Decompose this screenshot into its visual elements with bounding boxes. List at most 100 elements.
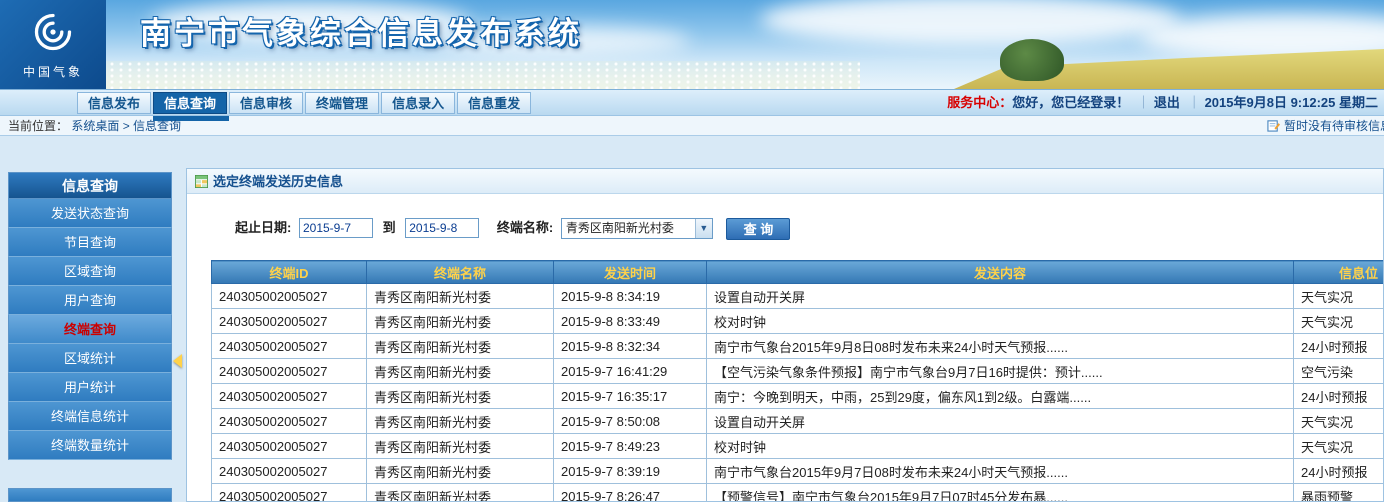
column-header: 发送时间: [554, 261, 707, 284]
pending-review-icon: [1267, 119, 1280, 132]
sidebar-item[interactable]: 区域统计: [8, 344, 172, 373]
table-cell: 天气实况: [1294, 309, 1384, 334]
column-header: 终端ID: [212, 261, 367, 284]
table-cell: 南宁市气象台2015年9月8日08时发布未来24小时天气预报......: [707, 334, 1294, 359]
table-cell: 240305002005027: [212, 359, 367, 384]
table-cell: 青秀区南阳新光村委: [367, 334, 554, 359]
table-row: 240305002005027青秀区南阳新光村委2015-9-7 16:41:2…: [212, 359, 1384, 384]
table-row: 240305002005027青秀区南阳新光村委2015-9-8 8:32:34…: [212, 334, 1384, 359]
review-notice: 暂时没有待审核信息: [1267, 116, 1384, 136]
table-cell: 青秀区南阳新光村委: [367, 309, 554, 334]
sidebar-item[interactable]: 节目查询: [8, 228, 172, 257]
table-row: 240305002005027青秀区南阳新光村委2015-9-7 16:35:1…: [212, 384, 1384, 409]
column-header: 发送内容: [707, 261, 1294, 284]
panel-title-bar: 选定终端发送历史信息: [187, 169, 1383, 194]
sidebar-menu: 发送状态查询节目查询区域查询用户查询终端查询区域统计用户统计终端信息统计终端数量…: [8, 199, 172, 460]
table-cell: 2015-9-7 8:39:19: [554, 459, 707, 484]
table-cell: 青秀区南阳新光村委: [367, 359, 554, 384]
table-row: 240305002005027青秀区南阳新光村委2015-9-7 8:39:19…: [212, 459, 1384, 484]
cloud-decoration: [760, 0, 1180, 46]
table-cell: 校对时钟: [707, 309, 1294, 334]
filter-bar: 起止日期: 到 终端名称: 青秀区南阳新光村委 查 询: [235, 216, 1383, 242]
table-cell: 240305002005027: [212, 434, 367, 459]
table-row: 240305002005027青秀区南阳新光村委2015-9-7 8:26:47…: [212, 484, 1384, 502]
table-cell: 2015-9-8 8:32:34: [554, 334, 707, 359]
table-row: 240305002005027青秀区南阳新光村委2015-9-7 8:50:08…: [212, 409, 1384, 434]
breadcrumb-label: 当前位置：: [8, 119, 68, 133]
table-cell: 240305002005027: [212, 284, 367, 309]
flower-field-decoration: [100, 61, 860, 89]
logout-link[interactable]: 退出: [1154, 95, 1180, 110]
nav-tab[interactable]: 信息重发: [457, 92, 531, 114]
table-cell: 青秀区南阳新光村委: [367, 434, 554, 459]
table-row: 240305002005027青秀区南阳新光村委2015-9-8 8:33:49…: [212, 309, 1384, 334]
history-table: 终端ID终端名称发送时间发送内容信息位 240305002005027青秀区南阳…: [211, 260, 1384, 502]
sidebar-item[interactable]: 终端信息统计: [8, 402, 172, 431]
table-cell: 青秀区南阳新光村委: [367, 409, 554, 434]
column-header: 终端名称: [367, 261, 554, 284]
table-cell: 24小时预报: [1294, 334, 1384, 359]
logo-text: 中国气象: [0, 63, 106, 80]
sidebar-item[interactable]: 终端查询: [8, 315, 172, 344]
table-cell: 南宁：今晚到明天，中雨，25到29度，偏东风1到2级。白露端......: [707, 384, 1294, 409]
table-cell: 240305002005027: [212, 484, 367, 502]
table-row: 240305002005027青秀区南阳新光村委2015-9-8 8:34:19…: [212, 284, 1384, 309]
navbar: 信息发布信息查询信息审核终端管理信息录入信息重发 服务中心：您好，您已经登录！ …: [0, 90, 1384, 116]
table-cell: 2015-9-8 8:34:19: [554, 284, 707, 309]
table-cell: 暴雨预警: [1294, 484, 1384, 502]
date-range-label: 起止日期:: [235, 220, 291, 235]
service-center-label: 服务中心：: [947, 95, 1012, 110]
table-cell: 2015-9-7 16:35:17: [554, 384, 707, 409]
table-cell: 2015-9-8 8:33:49: [554, 309, 707, 334]
search-button[interactable]: 查 询: [726, 218, 790, 240]
table-cell: 空气污染: [1294, 359, 1384, 384]
sidebar-item[interactable]: 终端数量统计: [8, 431, 172, 460]
sidebar-collapse-arrow[interactable]: [173, 354, 182, 368]
table-cell: 天气实况: [1294, 409, 1384, 434]
table-cell: 【空气污染气象条件预报】南宁市气象台9月7日16时提供：预计......: [707, 359, 1294, 384]
breadcrumb-bar: 当前位置： 系统桌面 > 信息查询 暂时没有待审核信息: [0, 116, 1384, 136]
nav-tab[interactable]: 信息审核: [229, 92, 303, 114]
nav-tab[interactable]: 信息发布: [77, 92, 151, 114]
nav-tab[interactable]: 信息查询: [153, 92, 227, 114]
table-cell: 设置自动开关屏: [707, 409, 1294, 434]
table-row: 240305002005027青秀区南阳新光村委2015-9-7 8:49:23…: [212, 434, 1384, 459]
table-cell: 南宁市气象台2015年9月7日08时发布未来24小时天气预报......: [707, 459, 1294, 484]
table-cell: 240305002005027: [212, 409, 367, 434]
separator: ｜: [1137, 95, 1150, 110]
main-panel: 选定终端发送历史信息 起止日期: 到 终端名称: 青秀区南阳新光村委 查 询 终…: [186, 168, 1384, 502]
site-title: 南宁市气象综合信息发布系统: [140, 8, 582, 53]
nav-tabs: 信息发布信息查询信息审核终端管理信息录入信息重发: [76, 91, 532, 114]
sidebar-item[interactable]: 发送状态查询: [8, 199, 172, 228]
date-to-input[interactable]: [405, 218, 479, 238]
table-cell: 天气实况: [1294, 284, 1384, 309]
date-from-input[interactable]: [299, 218, 373, 238]
table-cell: 青秀区南阳新光村委: [367, 384, 554, 409]
table-cell: 2015-9-7 16:41:29: [554, 359, 707, 384]
history-table-body: 240305002005027青秀区南阳新光村委2015-9-8 8:34:19…: [212, 284, 1384, 502]
logo: 中国气象: [0, 0, 106, 90]
sidebar-title: 信息查询: [8, 172, 172, 199]
table-cell: 青秀区南阳新光村委: [367, 484, 554, 502]
sidebar-footer-bar: [8, 488, 172, 502]
breadcrumb-path[interactable]: 系统桌面 > 信息查询: [71, 119, 181, 133]
tree-decoration: [1000, 39, 1064, 81]
table-cell: 240305002005027: [212, 459, 367, 484]
nav-tab[interactable]: 信息录入: [381, 92, 455, 114]
sidebar-item[interactable]: 用户统计: [8, 373, 172, 402]
page: 中国气象 南宁市气象综合信息发布系统 信息发布信息查询信息审核终端管理信息录入信…: [0, 0, 1384, 502]
column-header: 信息位: [1294, 261, 1384, 284]
terminal-select[interactable]: 青秀区南阳新光村委: [561, 218, 713, 239]
login-status-text: 您好，您已经登录！: [1012, 95, 1129, 110]
table-cell: 校对时钟: [707, 434, 1294, 459]
nav-tab[interactable]: 终端管理: [305, 92, 379, 114]
review-notice-text: 暂时没有待审核信息: [1284, 119, 1384, 133]
table-cell: 2015-9-7 8:26:47: [554, 484, 707, 502]
to-label: 到: [383, 220, 396, 235]
sidebar-item[interactable]: 区域查询: [8, 257, 172, 286]
table-cell: 240305002005027: [212, 384, 367, 409]
sidebar: 信息查询 发送状态查询节目查询区域查询用户查询终端查询区域统计用户统计终端信息统…: [8, 172, 172, 460]
sidebar-item[interactable]: 用户查询: [8, 286, 172, 315]
table-header-row: 终端ID终端名称发送时间发送内容信息位: [212, 261, 1384, 284]
table-cell: 240305002005027: [212, 334, 367, 359]
